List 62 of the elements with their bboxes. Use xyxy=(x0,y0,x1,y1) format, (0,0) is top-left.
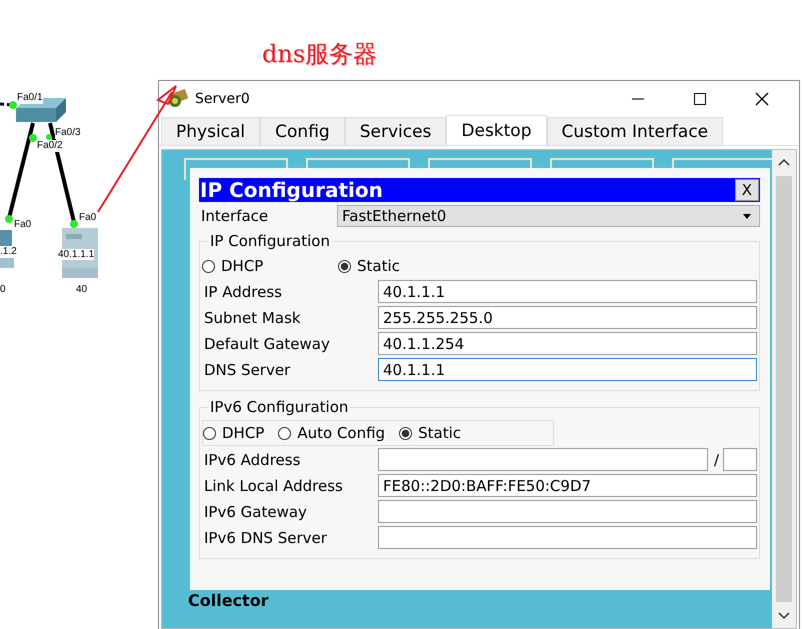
input-field[interactable]: 40.1.1.1 xyxy=(378,280,757,303)
input-field[interactable]: FE80::2D0:BAFF:FE50:C9D7 xyxy=(378,474,757,497)
radio-option[interactable]: Static xyxy=(338,257,400,275)
link-light-icon xyxy=(5,215,13,223)
device-name: 40 xyxy=(76,284,88,295)
field-label: IPv6 Gateway xyxy=(203,502,308,520)
radio-option[interactable]: DHCP xyxy=(202,257,338,275)
dialog-title: IP Configuration xyxy=(200,178,383,202)
link-light-icon xyxy=(70,220,78,228)
radio-icon[interactable] xyxy=(202,260,215,272)
port-label: Fa0/3 xyxy=(55,127,81,139)
scroll-thumb[interactable] xyxy=(776,176,792,602)
tab[interactable]: Custom Interface xyxy=(546,117,724,145)
radio-option[interactable]: DHCP xyxy=(203,424,264,442)
field-label: Default Gateway xyxy=(203,334,331,352)
annotation-text: dns服务器 xyxy=(262,39,378,70)
dropdown-icon xyxy=(743,214,751,218)
field-label: IPv6 DNS Server xyxy=(203,528,328,546)
port-label: Fa0/2 xyxy=(37,140,63,152)
radio-icon[interactable] xyxy=(399,426,412,440)
scrollbar[interactable] xyxy=(772,150,796,628)
group-title: IP Configuration xyxy=(208,232,332,250)
interface-dropdown[interactable]: FastEthernet0 xyxy=(337,205,760,227)
input-field[interactable] xyxy=(378,500,757,523)
window-title: Server0 xyxy=(195,91,250,107)
input-field[interactable]: 40.1.1.254 xyxy=(378,332,757,355)
tab[interactable]: Config xyxy=(260,117,345,145)
prefix-field[interactable] xyxy=(723,448,757,471)
input-field[interactable] xyxy=(378,526,757,549)
link-light-icon xyxy=(9,101,17,109)
radio-option[interactable]: Auto Config xyxy=(278,424,386,442)
device-address: 40.1.1.1 xyxy=(58,249,94,260)
prefix-separator: / xyxy=(712,450,720,468)
link-light-icon xyxy=(29,134,37,142)
device-address: .1.2 xyxy=(0,246,17,257)
scroll-up-icon[interactable] xyxy=(778,158,790,166)
radio-icon[interactable] xyxy=(203,426,216,440)
port-label: Fa0/1 xyxy=(17,92,43,104)
radio-option[interactable]: Static xyxy=(399,424,461,442)
field-label: DNS Server xyxy=(203,360,292,378)
close-button[interactable]: X xyxy=(734,179,759,201)
tab[interactable]: Desktop xyxy=(446,115,546,145)
input-field[interactable]: 40.1.1.1 xyxy=(378,358,757,381)
link-light-icon xyxy=(46,134,52,140)
field-label: Subnet Mask xyxy=(203,308,302,326)
maximize-icon[interactable] xyxy=(693,92,707,106)
input-field[interactable]: 255.255.255.0 xyxy=(378,306,757,329)
server-icon xyxy=(167,89,189,109)
scroll-down-icon[interactable] xyxy=(778,612,790,620)
field-label: IPv6 Address xyxy=(203,450,302,468)
radio-icon[interactable] xyxy=(338,260,351,272)
tab[interactable]: Services xyxy=(344,117,446,145)
group-title: IPv6 Configuration xyxy=(208,398,350,416)
field-label: IP Address xyxy=(203,282,283,300)
device-name: 0 xyxy=(0,284,6,295)
field-label: Link Local Address xyxy=(203,476,344,494)
tab[interactable]: Physical xyxy=(161,117,260,145)
radio-icon[interactable] xyxy=(278,426,292,440)
field-label: Interface xyxy=(200,207,270,225)
app-label: Collector xyxy=(188,592,269,610)
close-icon[interactable] xyxy=(755,92,769,106)
input-field[interactable] xyxy=(378,448,708,471)
